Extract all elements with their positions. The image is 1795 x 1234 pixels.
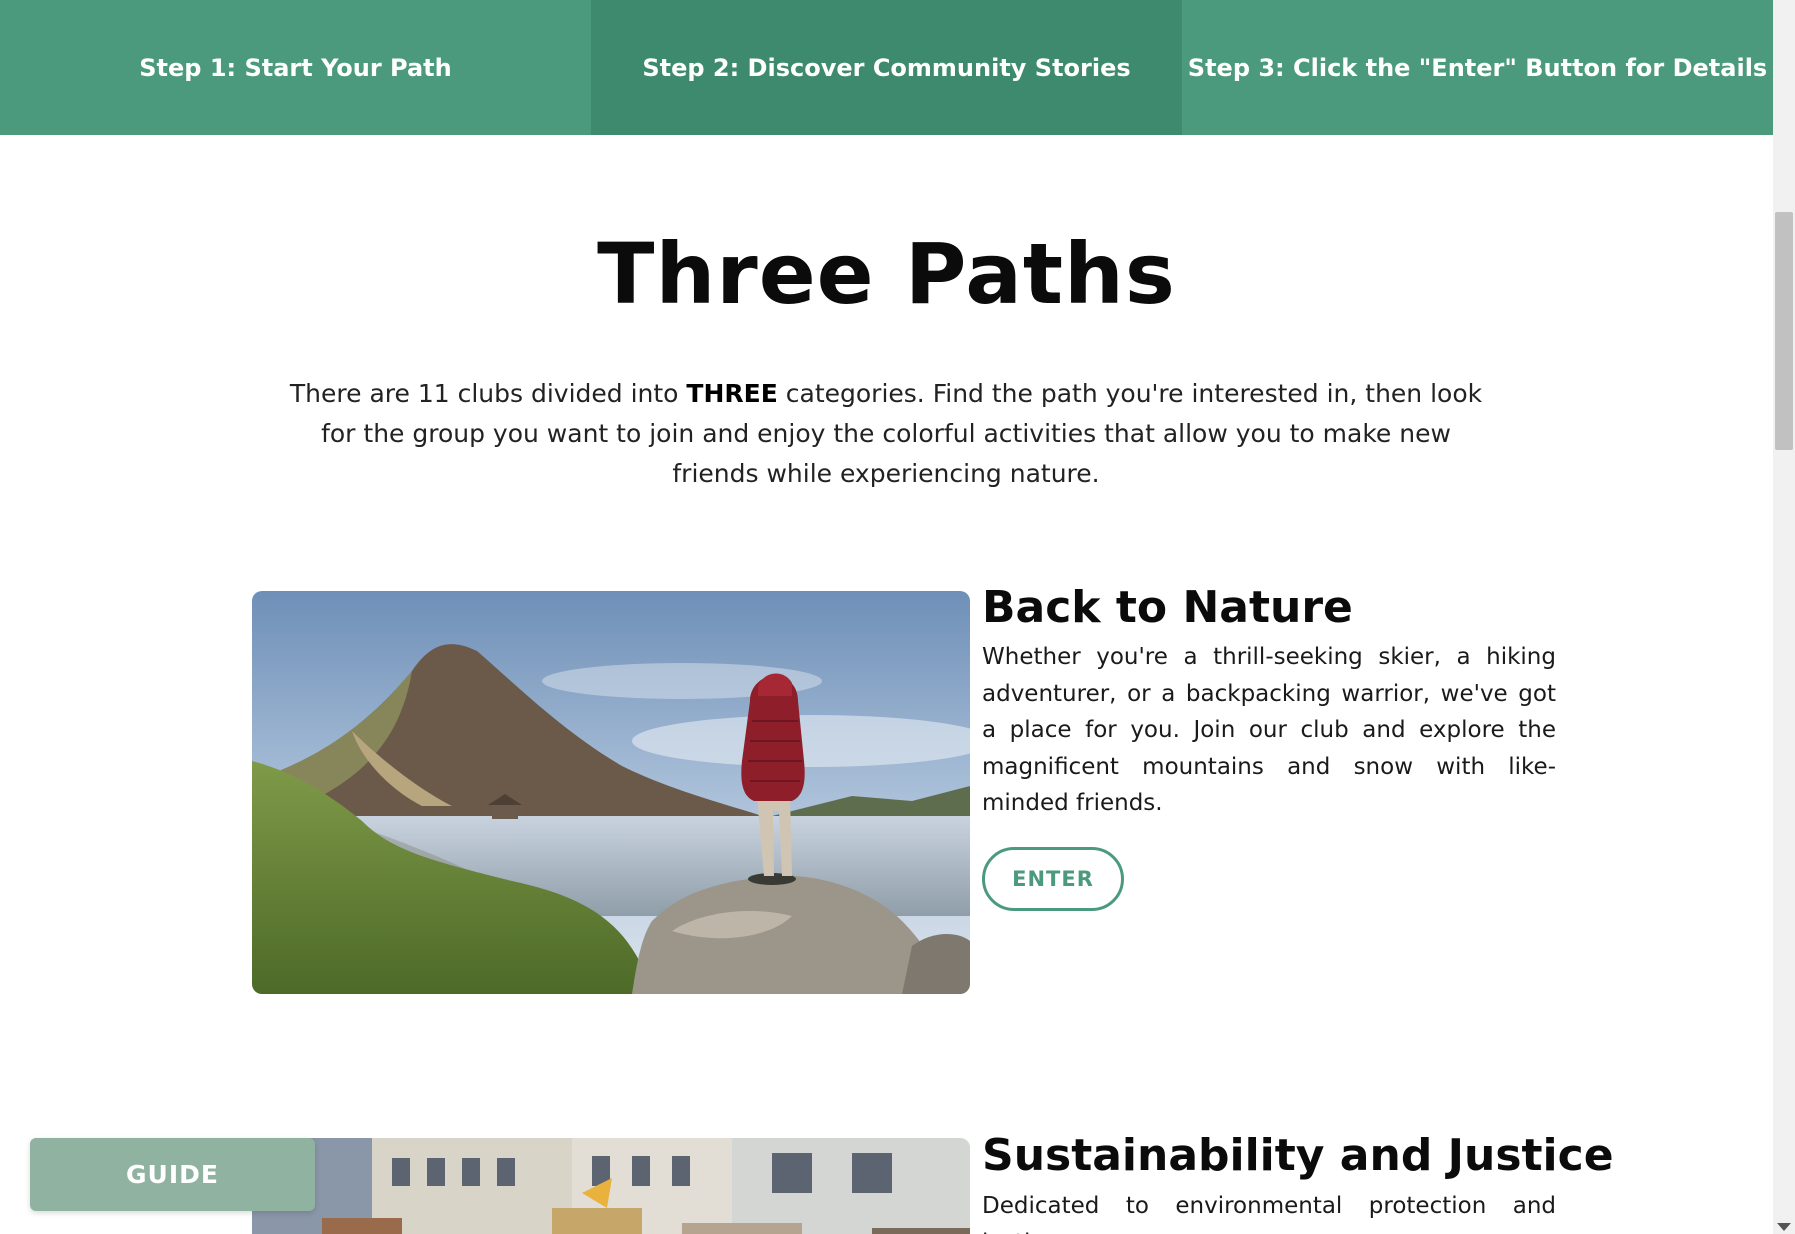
- intro-text-start: There are 11 clubs divided into: [289, 379, 687, 408]
- scroll-down-arrow-icon[interactable]: [1777, 1223, 1791, 1231]
- tab-step-2[interactable]: Step 2: Discover Community Stories: [591, 0, 1182, 135]
- sustainability-description: Dedicated to environmental protection an…: [982, 1193, 1556, 1234]
- enter-button[interactable]: ENTER: [982, 847, 1124, 911]
- steps-nav: Step 1: Start Your Path Step 2: Discover…: [0, 0, 1773, 135]
- tab-step-1[interactable]: Step 1: Start Your Path: [0, 0, 591, 135]
- sustainability-image: [252, 1138, 970, 1234]
- scrollbar-thumb[interactable]: [1775, 212, 1793, 450]
- page-title: Three Paths: [597, 225, 1176, 323]
- intro-emphasis: THREE: [686, 379, 778, 408]
- scrollbar[interactable]: [1773, 0, 1795, 1234]
- intro-paragraph: There are 11 clubs divided into THREE ca…: [285, 374, 1487, 494]
- back-to-nature-description: Whether you're a thrill-seeking skier, a…: [982, 644, 1556, 816]
- back-to-nature-image: [252, 591, 970, 994]
- guide-button[interactable]: GUIDE: [30, 1138, 315, 1211]
- tab-step-3[interactable]: Step 3: Click the "Enter" Button for Det…: [1182, 0, 1773, 135]
- back-to-nature-title: Back to Nature: [982, 582, 1353, 633]
- sustainability-title: Sustainability and Justice: [982, 1130, 1614, 1181]
